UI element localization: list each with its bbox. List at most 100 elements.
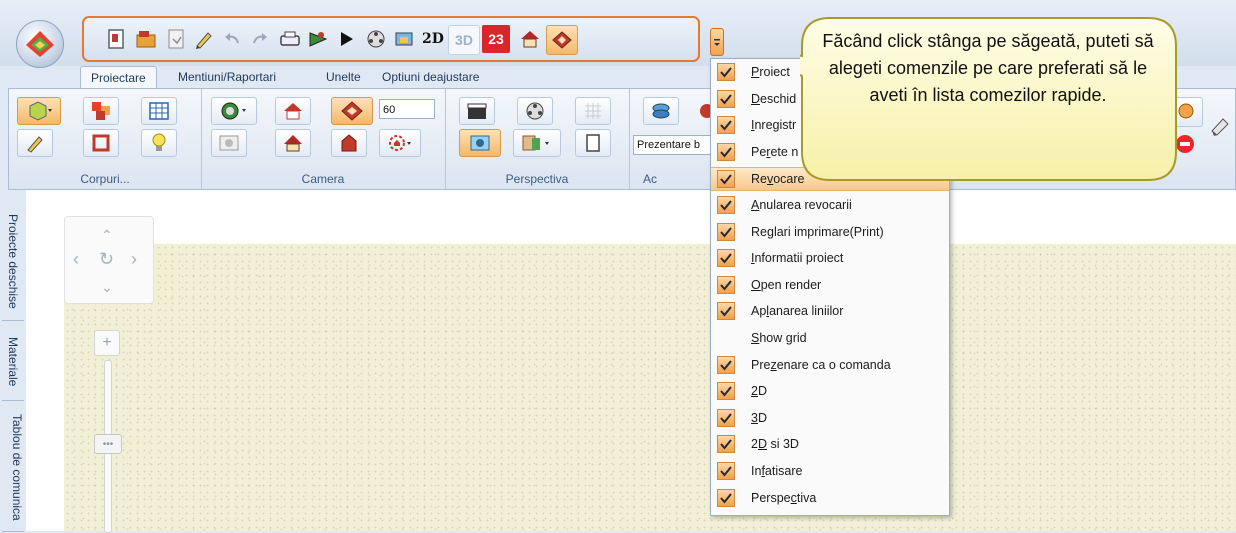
film-reel-button[interactable] [517, 97, 553, 125]
tab-mentiuni-raportari[interactable]: Mentiuni/Raportari [168, 66, 286, 88]
film-reel-icon[interactable] [362, 25, 390, 53]
project-info-icon[interactable] [304, 25, 332, 53]
menu-item[interactable]: Infatisare [711, 460, 949, 484]
menu-item[interactable]: Reglari imprimare(Print) [711, 221, 949, 245]
house-roof-button[interactable] [275, 129, 311, 157]
undo-icon[interactable] [218, 25, 246, 53]
camera-view-button[interactable] [211, 97, 257, 125]
menu-item-label: Infatisare [751, 464, 803, 478]
group-label-perspectiva: Perspectiva [505, 172, 569, 186]
side-tab-tablou-de-comunicare[interactable]: Tablou de comunica [2, 404, 24, 532]
shapes-icon [92, 102, 110, 120]
film-reel-icon [526, 102, 544, 120]
view-2d-icon[interactable]: 2D [418, 25, 448, 53]
menu-item[interactable]: Informatii proiect [711, 247, 949, 271]
pencil-icon[interactable] [190, 25, 218, 53]
quick-access-toolbar: 2D 3D 23 [82, 16, 700, 62]
camera-angle-input[interactable]: 60 [379, 99, 435, 119]
perspective-house-icon [341, 101, 363, 121]
new-project-icon[interactable] [102, 25, 130, 53]
pan-right-icon[interactable]: › [131, 249, 137, 270]
house-icon [284, 103, 302, 120]
qat-customize-dropdown-button[interactable] [710, 28, 724, 56]
menu-item[interactable]: 2D si 3D [711, 433, 949, 457]
print-icon[interactable] [276, 25, 304, 53]
grid-table-icon [149, 102, 169, 120]
pan-up-icon[interactable]: ⌃ [101, 227, 113, 244]
app-menu-button[interactable] [16, 20, 64, 68]
side-panel: Proiecte deschise Materiale Tablou de co… [0, 196, 27, 532]
house-side-button[interactable] [331, 129, 367, 157]
checkmark-icon [717, 196, 735, 214]
wall-material-icon [522, 135, 549, 151]
group-corpuri: Corpuri... [9, 89, 202, 189]
smooth-lines-icon[interactable] [390, 25, 418, 53]
side-tab-proiecte-deschise[interactable]: Proiecte deschise [2, 202, 24, 321]
checkmark-icon [717, 170, 735, 189]
clapper-icon [467, 103, 487, 119]
presentation-select[interactable]: Prezentare b [633, 135, 713, 155]
checkmark-icon [717, 63, 735, 81]
group-camera: 60 Camera [201, 89, 446, 189]
checkmark-icon [717, 488, 735, 507]
menu-item[interactable]: 2D [711, 380, 949, 404]
camera-render-button[interactable] [459, 129, 501, 157]
menu-item[interactable]: Perspectiva [711, 487, 949, 511]
reset-view-icon[interactable]: ↻ [99, 249, 114, 270]
movie-clapper-button[interactable] [459, 97, 495, 125]
cube-icon [29, 101, 52, 121]
menu-item[interactable]: Show grid [711, 327, 949, 351]
save-icon[interactable] [162, 25, 190, 53]
menu-item-label: Informatii proiect [751, 251, 844, 266]
tab-unelte[interactable]: Unelte [316, 66, 371, 88]
menu-item[interactable]: Prezenare ca o comanda [711, 354, 949, 378]
house-front-icon[interactable] [516, 25, 544, 53]
zoom-slider-thumb[interactable]: ••• [94, 434, 122, 454]
view-3d-icon[interactable]: 3D [448, 25, 480, 55]
grid-icon [585, 103, 601, 119]
side-tab-materiale[interactable]: Materiale [2, 324, 24, 401]
grid-button[interactable] [575, 97, 611, 125]
page-export-button[interactable] [575, 129, 611, 157]
light-bulb-button[interactable] [141, 129, 177, 157]
menu-item-label: Inregistr [751, 118, 797, 133]
menu-item-label: 2D [751, 384, 767, 399]
corpuri-cube-button[interactable] [17, 97, 61, 125]
camera-perspective-button[interactable] [331, 97, 373, 125]
menu-item-label: Anularea revocarii [751, 198, 852, 212]
design-canvas[interactable] [64, 244, 1236, 531]
checkmark-icon [717, 355, 735, 374]
menu-item[interactable]: Anularea revocarii [711, 194, 949, 218]
rotate-house-icon [389, 135, 411, 151]
pan-left-icon[interactable]: ‹ [73, 249, 79, 270]
render-camera-icon [470, 135, 490, 151]
redo-icon[interactable] [246, 25, 274, 53]
draw-pencil-button[interactable] [17, 129, 53, 157]
eraser-button[interactable] [1207, 113, 1235, 141]
menu-item-label: 2D si 3D [751, 437, 799, 452]
rotate-view-button[interactable] [379, 129, 421, 157]
selection-frame-button[interactable] [83, 129, 119, 157]
shapes-button[interactable] [83, 97, 119, 125]
tab-proiectare[interactable]: Proiectare [80, 66, 157, 89]
menu-item[interactable]: Aplanarea liniilor [711, 300, 949, 324]
tab-optiuni-deajustare[interactable]: Optiuni deajustare [372, 66, 489, 88]
checkmark-icon [717, 249, 735, 268]
navigation-pad: ⌃ ‹ ↻ › ⌄ [64, 216, 154, 304]
grid-table-button[interactable] [141, 97, 177, 125]
perspective-house-icon[interactable] [546, 25, 578, 55]
camera-snapshot-button[interactable] [211, 129, 247, 157]
view-2d-3d-icon[interactable]: 23 [482, 25, 510, 53]
camera-house-button[interactable] [275, 97, 311, 125]
zoom-in-button[interactable]: + [94, 330, 120, 356]
open-folder-icon[interactable] [132, 25, 160, 53]
wall-material-button[interactable] [513, 129, 561, 157]
menu-item[interactable]: Open render [711, 274, 949, 298]
menu-item[interactable]: 3D [711, 407, 949, 431]
render-play-icon[interactable] [332, 25, 360, 53]
menu-item-label: Revocare [751, 172, 805, 187]
layers-button[interactable] [643, 97, 679, 125]
house-roof-icon [284, 135, 302, 152]
menu-item-label: Aplanarea liniilor [751, 304, 844, 319]
pan-down-icon[interactable]: ⌄ [101, 279, 113, 296]
